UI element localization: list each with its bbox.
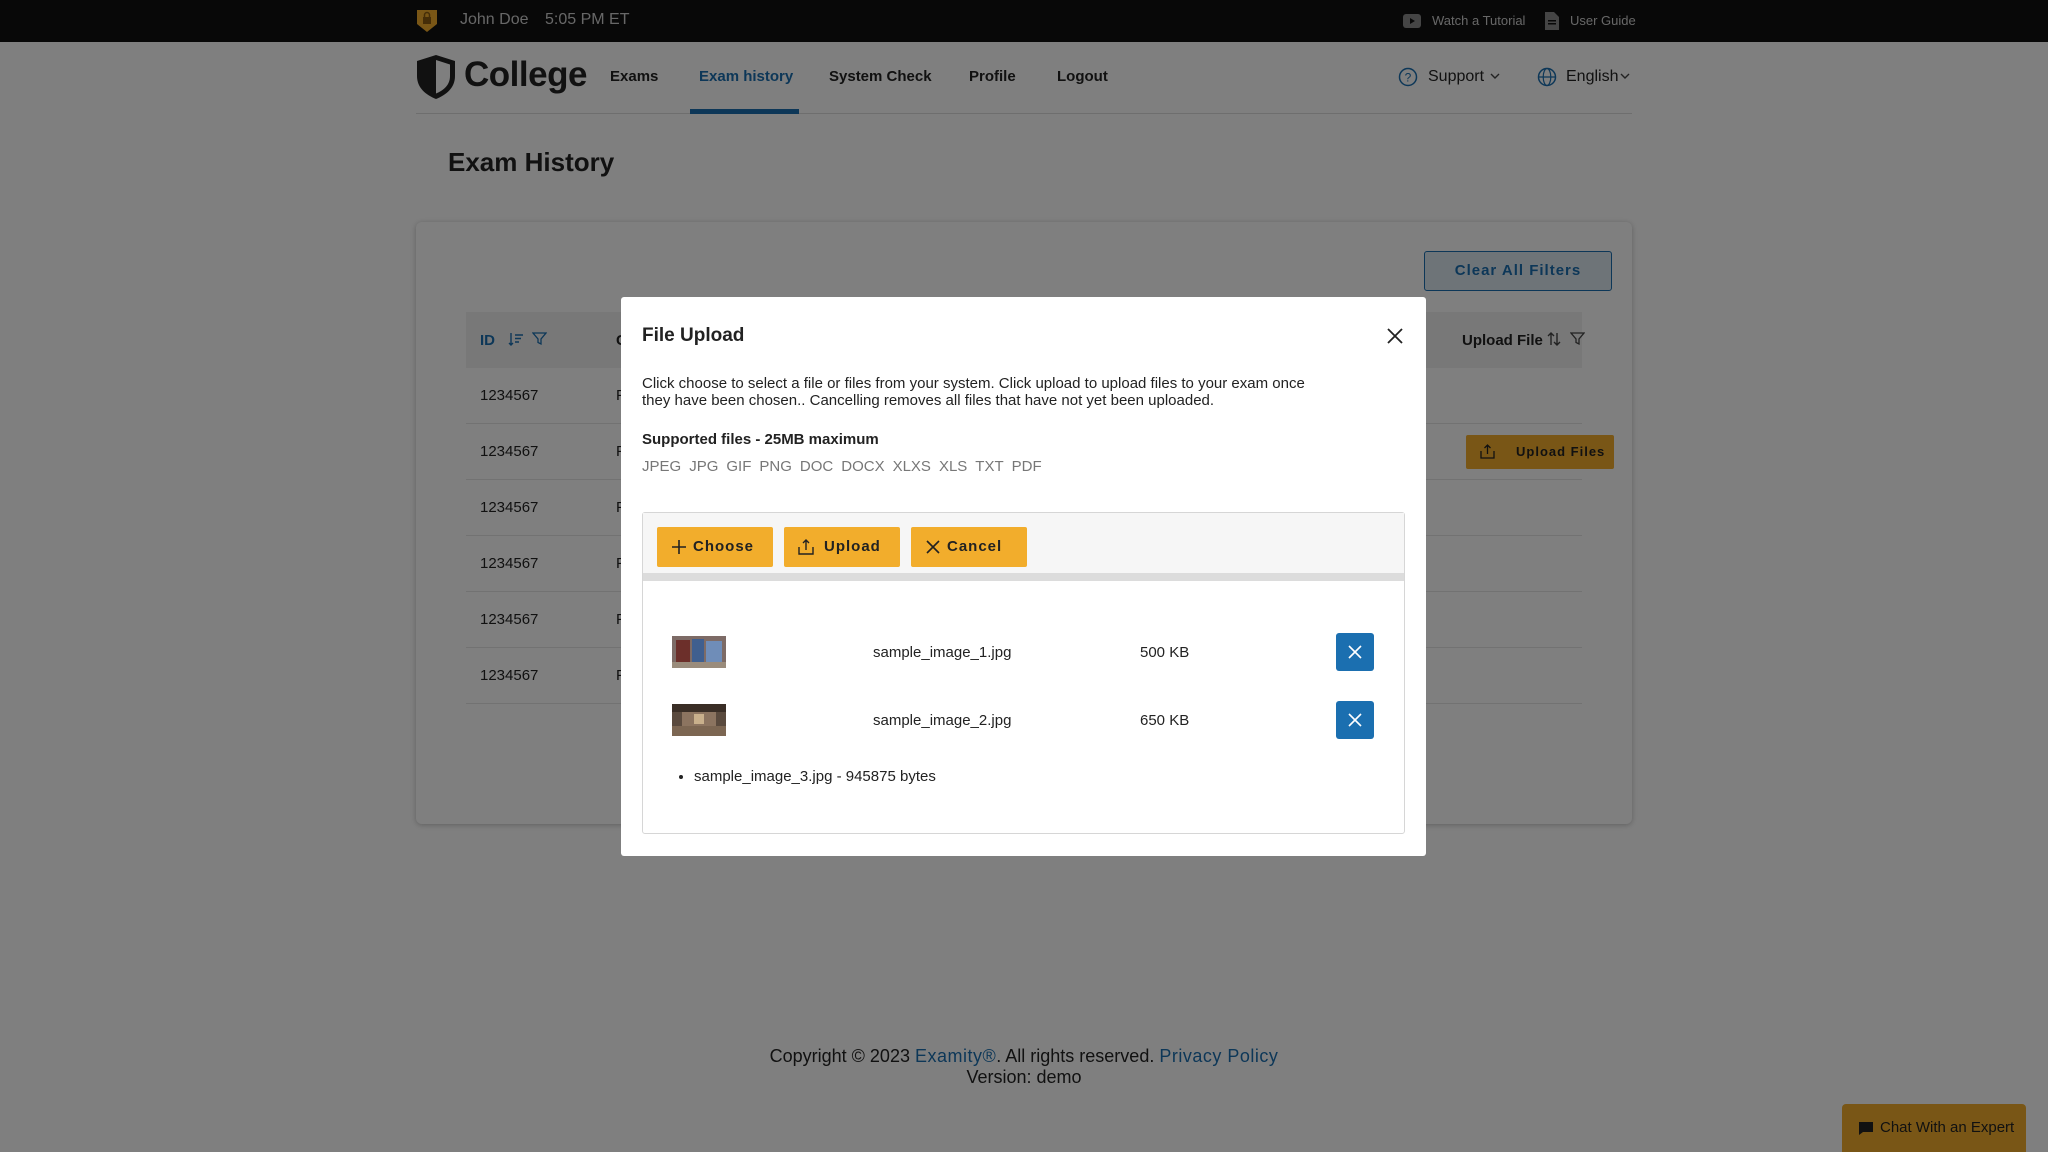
close-icon	[1348, 645, 1362, 659]
choose-button[interactable]: Choose	[657, 527, 773, 567]
file-type: DOC	[799, 458, 834, 475]
cancel-button[interactable]: Cancel	[911, 527, 1027, 567]
image-thumbnail	[672, 636, 726, 668]
close-icon[interactable]	[1385, 326, 1405, 346]
close-icon	[1348, 713, 1362, 727]
file-name: sample_image_2.jpg	[873, 712, 1012, 729]
file-size: 500 KB	[1140, 644, 1190, 661]
file-type: JPEG	[642, 458, 682, 475]
file-type: JPG	[689, 458, 719, 475]
dialog-title: File Upload	[642, 325, 745, 346]
file-type: PDF	[1011, 458, 1042, 475]
remove-file-button[interactable]	[1336, 633, 1374, 671]
pending-file-item: sample_image_3.jpg - 945875 bytes	[694, 768, 936, 785]
supported-file-types: JPEG JPG GIF PNG DOC DOCX XLXS XLS TXT P…	[642, 458, 1042, 475]
upload-toolbar: Choose Upload Cancel	[643, 513, 1404, 581]
image-thumbnail	[672, 704, 726, 736]
file-type: PNG	[759, 458, 792, 475]
upload-button[interactable]: Upload	[784, 527, 900, 567]
file-type: XLXS	[892, 458, 931, 475]
file-type: XLS	[938, 458, 968, 475]
upload-label: Upload	[824, 538, 881, 555]
file-upload-dialog: File Upload Click choose to select a fil…	[621, 297, 1426, 856]
file-row: sample_image_1.jpg 500 KB	[643, 617, 1404, 685]
upload-icon	[798, 539, 814, 555]
close-icon	[926, 540, 940, 554]
choose-label: Choose	[693, 538, 755, 555]
supported-files-title: Supported files - 25MB maximum	[642, 431, 879, 448]
dialog-description: Click choose to select a file or files f…	[642, 375, 1305, 409]
cancel-label: Cancel	[947, 538, 1003, 555]
file-size: 650 KB	[1140, 712, 1190, 729]
pending-files-list: sample_image_3.jpg - 945875 bytes	[674, 768, 936, 785]
file-type: GIF	[726, 458, 752, 475]
file-upload-panel: Choose Upload Cancel sample_image_1.jpg …	[642, 512, 1405, 834]
plus-icon	[672, 540, 686, 554]
file-type: DOCX	[841, 458, 885, 475]
file-name: sample_image_1.jpg	[873, 644, 1012, 661]
remove-file-button[interactable]	[1336, 701, 1374, 739]
file-row: sample_image_2.jpg 650 KB	[643, 685, 1404, 753]
file-type: TXT	[975, 458, 1004, 475]
